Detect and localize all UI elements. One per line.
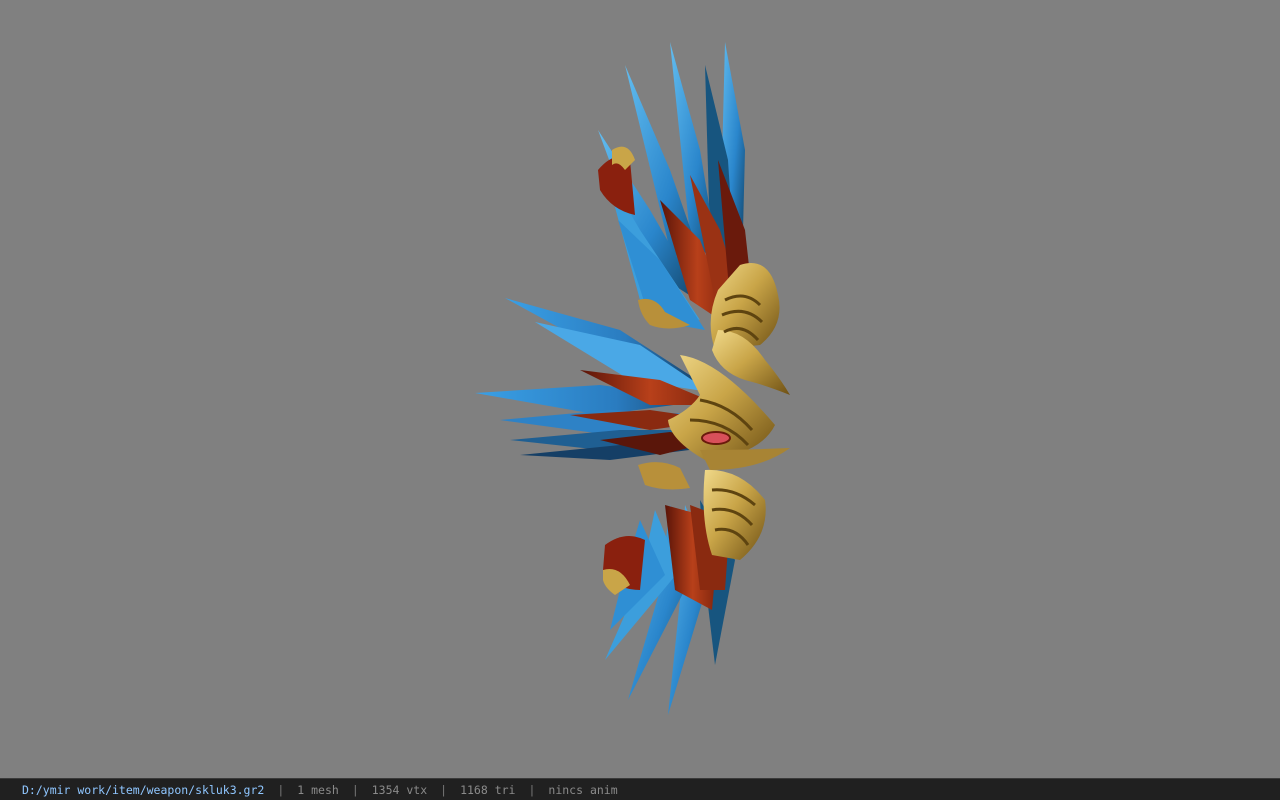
vertex-count-label: 1354 vtx	[371, 782, 428, 797]
separator: |	[440, 782, 448, 797]
gem	[701, 431, 731, 445]
mesh-count-label: 1 mesh	[297, 782, 339, 797]
status-bar: D:/ymir work/item/weapon/skluk3.gr2 | 1 …	[0, 778, 1280, 800]
winged-bow-model[interactable]	[0, 0, 1280, 778]
animation-status-label: nincs anim	[548, 782, 618, 797]
3d-viewport[interactable]	[0, 0, 1280, 778]
file-path-label: D:/ymir work/item/weapon/skluk3.gr2	[22, 782, 265, 797]
separator: |	[277, 782, 285, 797]
triangle-count-label: 1168 tri	[460, 782, 516, 797]
separator: |	[351, 782, 359, 797]
lower-ornament	[703, 469, 766, 560]
separator: |	[528, 782, 536, 797]
